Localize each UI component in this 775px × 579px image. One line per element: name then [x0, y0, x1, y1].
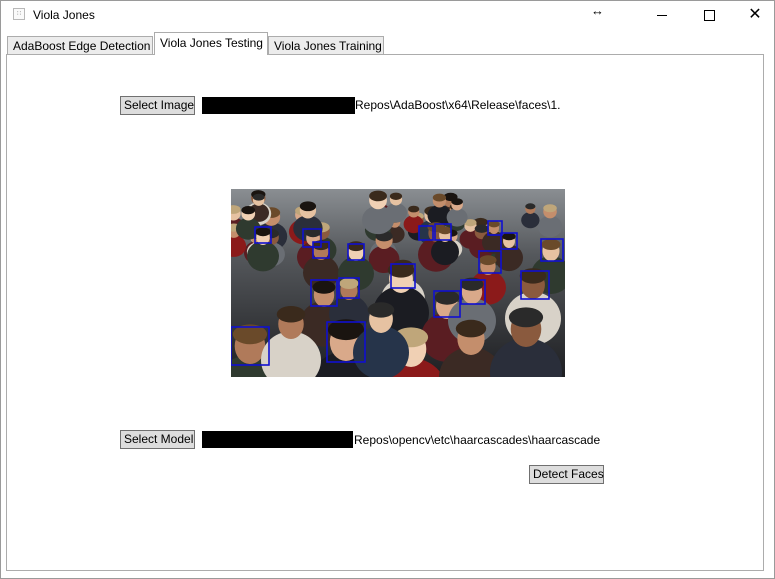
minimize-icon	[657, 14, 667, 16]
crowd-person-far	[537, 215, 563, 238]
detect-faces-button[interactable]: Detect Faces	[529, 465, 604, 484]
crowd-person-far	[521, 211, 540, 229]
crowd-hair-far	[525, 203, 536, 210]
crowd-hair	[434, 290, 460, 305]
minimize-button[interactable]	[639, 1, 685, 29]
crowd-hair	[367, 302, 395, 318]
crowd-hair	[479, 255, 497, 266]
crowd-hair	[339, 278, 359, 289]
crowd-hair	[347, 241, 365, 252]
window-title: Viola Jones	[33, 8, 95, 22]
crowd-hair-far	[389, 192, 403, 200]
crowd-hair-far	[474, 224, 489, 233]
crowd-hair	[508, 307, 544, 328]
crowd-hair-far	[369, 190, 387, 202]
crowd-hair-far	[241, 206, 256, 215]
crowd-person	[247, 241, 279, 272]
tab-viola-jones-training[interactable]: Viola Jones Training	[268, 36, 384, 55]
crowd-hair-far	[252, 193, 265, 201]
crowd-hair-far	[451, 198, 463, 206]
crowd-hair-far	[299, 201, 317, 212]
select-model-button[interactable]: Select Model	[120, 430, 195, 449]
crowd-person-far	[362, 205, 395, 235]
redacted-image-path-prefix	[202, 97, 355, 114]
crowd-hair	[455, 319, 487, 338]
test-image-with-detections	[231, 189, 565, 377]
crowd-hair-far	[543, 204, 557, 213]
tab-viola-jones-testing[interactable]: Viola Jones Testing	[154, 32, 268, 55]
crowd-person	[353, 326, 409, 377]
close-button[interactable]: ✕	[732, 1, 775, 29]
image-path-text: Repos\AdaBoost\x64\Release\faces\1.jpg	[355, 98, 560, 112]
crowd-person	[431, 238, 459, 266]
main-window: ∷ Viola Jones ↔ ✕ AdaBoost Edge Detectio…	[0, 0, 775, 579]
maximize-button[interactable]	[686, 1, 732, 29]
crowd-hair	[438, 226, 452, 235]
app-icon: ∷	[13, 8, 25, 20]
close-icon: ✕	[748, 6, 762, 23]
maximize-icon	[703, 9, 715, 21]
crowd-hair-far	[432, 193, 447, 202]
crowd-hair	[276, 306, 306, 323]
crowd-hair	[255, 227, 271, 237]
resize-arrows-icon: ↔	[591, 3, 604, 18]
tab-adaboost-edge-detection[interactable]: AdaBoost Edge Detection	[7, 36, 153, 55]
crowd-hair	[312, 280, 336, 294]
model-path-text: Repos\opencv\etc\haarcascades\haarcascad…	[354, 433, 600, 447]
crowd-hair	[541, 239, 561, 250]
select-image-button[interactable]: Select Image	[120, 96, 195, 115]
redacted-model-path-prefix	[202, 431, 353, 448]
title-bar[interactable]: ∷ Viola Jones ↔ ✕	[1, 1, 774, 31]
crowd-hair-far	[408, 205, 420, 213]
